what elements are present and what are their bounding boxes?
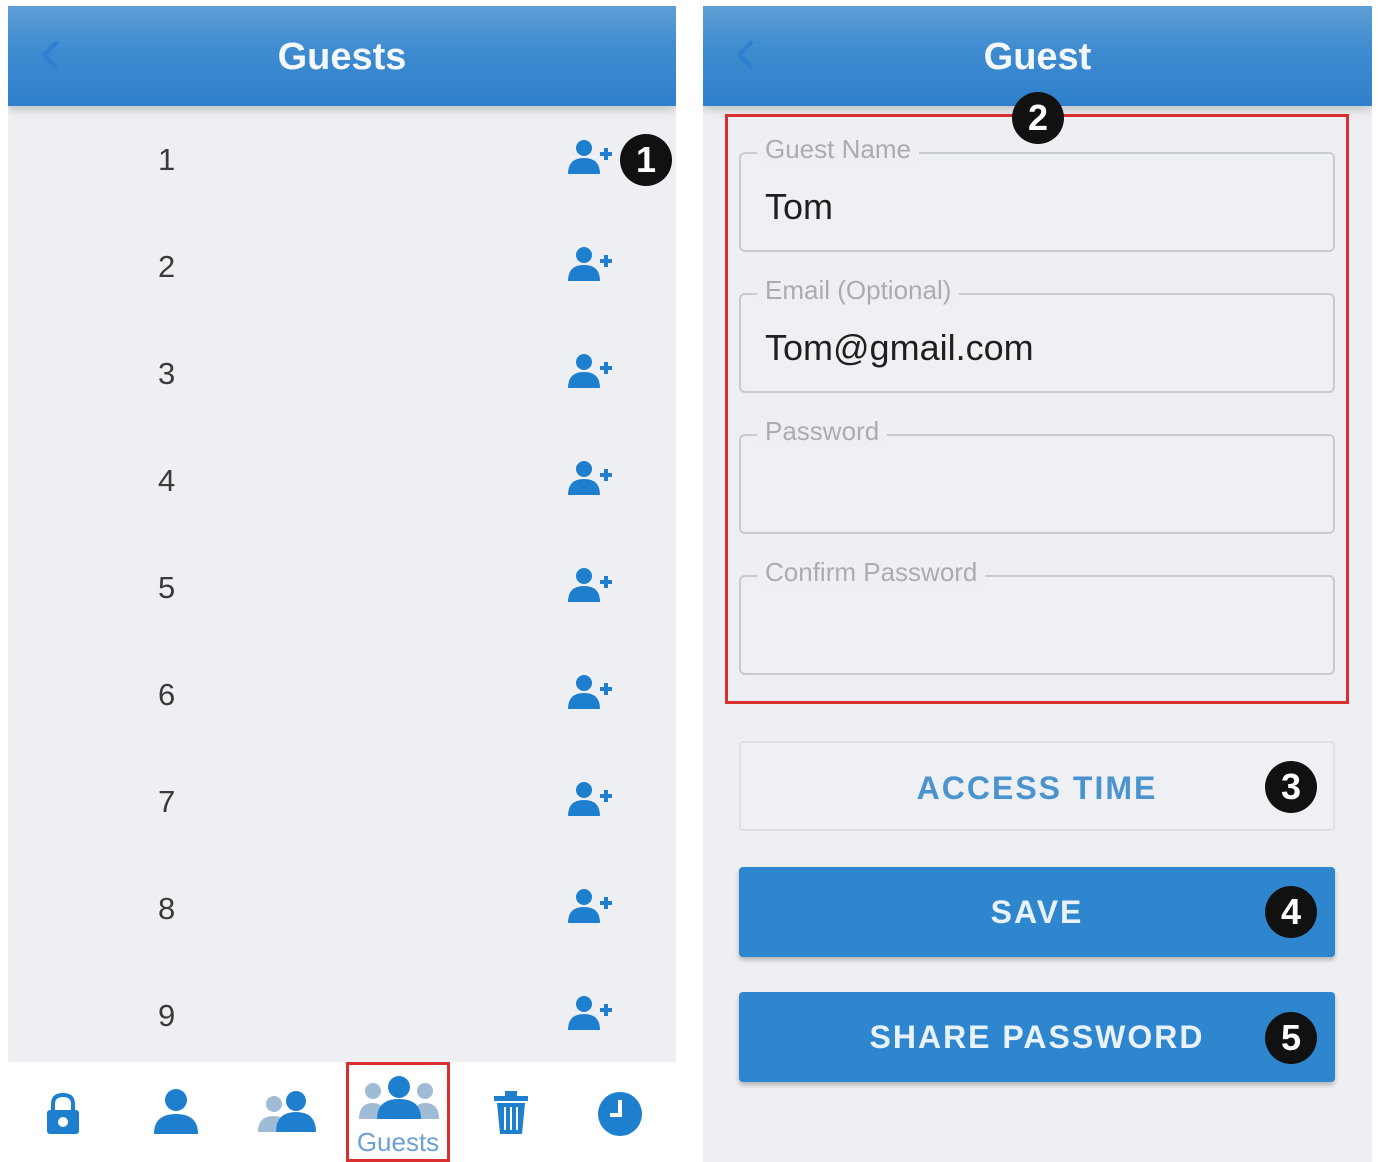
nav-users[interactable] xyxy=(248,1062,338,1162)
password-label: Password xyxy=(757,416,888,447)
nav-lock[interactable] xyxy=(28,1062,98,1162)
confirm-password-field[interactable]: Confirm Password xyxy=(739,557,1335,675)
user-icon xyxy=(154,1089,198,1134)
add-user-icon[interactable] xyxy=(566,887,612,927)
trash-icon xyxy=(494,1091,528,1134)
guest-number: 6 xyxy=(158,677,176,712)
nav-history[interactable] xyxy=(594,1062,648,1162)
users-icon xyxy=(258,1091,316,1132)
guest-number: 1 xyxy=(158,142,176,177)
guest-detail-screen: Guest 2 Guest Name Tom Email (Optional) … xyxy=(703,6,1372,1162)
add-user-icon[interactable] xyxy=(566,352,612,392)
guests-icon xyxy=(359,1076,439,1119)
add-user-icon[interactable] xyxy=(566,780,612,820)
guest-row[interactable]: 5 xyxy=(8,534,676,640)
add-user-icon[interactable] xyxy=(566,138,612,178)
guest-number: 2 xyxy=(158,249,176,284)
guest-number: 4 xyxy=(158,463,176,498)
guest-row[interactable]: 6 xyxy=(8,641,676,747)
add-user-icon[interactable] xyxy=(566,673,612,713)
add-user-icon[interactable] xyxy=(566,994,612,1034)
callout-badge-1: 1 xyxy=(620,134,672,186)
guest-number: 7 xyxy=(158,784,176,819)
guest-number: 5 xyxy=(158,570,176,605)
nav-trash[interactable] xyxy=(486,1062,536,1162)
guest-row[interactable]: 9 xyxy=(8,962,676,1068)
share-password-button[interactable]: SHARE PASSWORD xyxy=(739,992,1335,1082)
save-button[interactable]: SAVE xyxy=(739,867,1335,957)
guest-name-label: Guest Name xyxy=(757,134,919,165)
guest-row[interactable]: 2 xyxy=(8,213,676,319)
guest-number: 3 xyxy=(158,356,176,391)
guests-header: Guests xyxy=(8,6,676,106)
password-field[interactable]: Password xyxy=(739,416,1335,534)
clock-icon xyxy=(598,1092,642,1136)
callout-badge-3: 3 xyxy=(1265,761,1317,813)
guest-header: Guest xyxy=(703,6,1372,106)
guest-row[interactable]: 1 xyxy=(8,106,676,212)
lock-icon xyxy=(47,1092,79,1134)
guest-row[interactable]: 7 xyxy=(8,748,676,854)
guest-number: 9 xyxy=(158,998,176,1033)
page-title: Guest xyxy=(983,36,1092,78)
guest-row[interactable]: 3 xyxy=(8,320,676,426)
bottom-nav: Guests xyxy=(8,1062,676,1162)
callout-badge-2: 2 xyxy=(1012,92,1064,144)
guest-name-field[interactable]: Guest Name Tom xyxy=(739,134,1335,252)
add-user-icon[interactable] xyxy=(566,459,612,499)
email-label: Email (Optional) xyxy=(757,275,960,306)
callout-badge-4: 4 xyxy=(1265,886,1317,938)
guest-row[interactable]: 8 xyxy=(8,855,676,961)
callout-badge-5: 5 xyxy=(1265,1012,1317,1064)
page-title: Guests xyxy=(277,36,407,78)
nav-guests-label: Guests xyxy=(356,1127,440,1157)
guests-list-screen: Guests 1 2 3 4 5 6 7 8 9 1 Guests xyxy=(8,6,676,1162)
nav-user[interactable] xyxy=(138,1062,214,1162)
guest-row[interactable]: 4 xyxy=(8,427,676,533)
access-time-button[interactable]: ACCESS TIME xyxy=(739,741,1335,831)
guest-number: 8 xyxy=(158,891,176,926)
confirm-password-label: Confirm Password xyxy=(757,557,986,588)
email-value: Tom@gmail.com xyxy=(765,327,1034,368)
guest-name-value: Tom xyxy=(765,186,834,227)
nav-guests[interactable]: Guests xyxy=(346,1062,450,1162)
email-field[interactable]: Email (Optional) Tom@gmail.com xyxy=(739,275,1335,393)
add-user-icon[interactable] xyxy=(566,566,612,606)
add-user-icon[interactable] xyxy=(566,245,612,285)
